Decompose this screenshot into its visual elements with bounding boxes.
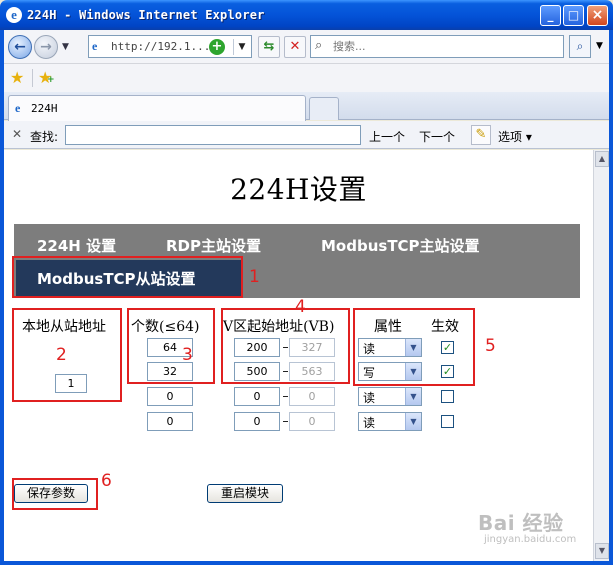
nav-224h-settings[interactable]: 224H 设置 bbox=[37, 235, 116, 256]
window-border-bottom bbox=[0, 561, 613, 565]
ie-logo-icon: e bbox=[6, 7, 22, 23]
watermark-url: jingyan.baidu.com bbox=[484, 534, 577, 545]
page-viewport: 224H设置 224H 设置 RDP主站设置 ModbusTCP主站设置 Mod… bbox=[4, 150, 593, 561]
find-input[interactable] bbox=[65, 125, 361, 145]
tab-strip: e 224H bbox=[4, 92, 609, 121]
annotation-box-4 bbox=[221, 308, 350, 384]
new-tab-button[interactable] bbox=[309, 97, 339, 120]
maximize-button[interactable]: □ bbox=[563, 5, 584, 26]
history-dropdown-icon[interactable]: ▼ bbox=[62, 42, 69, 52]
annotation-label-6: 6 bbox=[101, 471, 112, 491]
address-toolbar: ← → ▼ e http://192.1... + ▼ ⇆ ✕ ⌕ ⌕ ▼ bbox=[4, 30, 609, 64]
enable-checkbox-4[interactable] bbox=[441, 415, 454, 428]
nav-modbustcp-master[interactable]: ModbusTCP主站设置 bbox=[321, 235, 480, 256]
find-next-button[interactable]: 下一个 bbox=[419, 128, 455, 145]
title-bar: e 224H - Windows Internet Explorer _ □ × bbox=[0, 0, 613, 30]
restart-module-button[interactable]: 重启模块 bbox=[207, 484, 283, 503]
v-end-input-4: 0 bbox=[289, 412, 335, 431]
annotation-box-3 bbox=[127, 308, 215, 384]
watermark-logo-text: Bai 经验 bbox=[478, 511, 564, 535]
count-input-4[interactable]: 0 bbox=[147, 412, 193, 431]
annotation-label-1: 1 bbox=[249, 267, 260, 287]
close-button[interactable]: × bbox=[587, 5, 608, 26]
annotation-label-5: 5 bbox=[485, 336, 496, 356]
search-button[interactable]: ⌕ bbox=[569, 35, 591, 58]
chevron-down-icon[interactable]: ▼ bbox=[405, 413, 421, 430]
find-options-button[interactable]: 选项 ▾ bbox=[498, 128, 532, 145]
find-label: 查找: bbox=[30, 130, 59, 144]
chevron-down-icon[interactable]: ▼ bbox=[405, 388, 421, 405]
address-field[interactable]: e http://192.1... + ▼ bbox=[88, 35, 252, 58]
window-border-right bbox=[609, 30, 613, 565]
pencil-icon[interactable]: ✎ bbox=[471, 125, 491, 145]
tab-page-icon: e bbox=[15, 101, 21, 115]
toolbar-separator bbox=[32, 69, 33, 87]
v-end-input-3: 0 bbox=[289, 387, 335, 406]
add-favorite-icon[interactable]: ★ + bbox=[38, 68, 55, 87]
attribute-select-3[interactable]: 读 ▼ bbox=[358, 387, 422, 406]
find-previous-button[interactable]: 上一个 bbox=[369, 128, 405, 145]
find-bar: ✕ 查找: 上一个 下一个 ✎ 选项 ▾ bbox=[4, 121, 609, 149]
count-input-3[interactable]: 0 bbox=[147, 387, 193, 406]
scroll-down-icon[interactable]: ▼ bbox=[595, 543, 609, 559]
address-dropdown-icon[interactable]: ▼ bbox=[233, 39, 250, 55]
v-start-input-4[interactable]: 0 bbox=[234, 412, 280, 431]
search-dropdown-icon[interactable]: ▼ bbox=[593, 35, 606, 58]
vertical-scrollbar[interactable]: ▲ ▼ bbox=[593, 150, 609, 561]
annotation-box-1 bbox=[12, 256, 243, 298]
tab-224h[interactable]: e 224H bbox=[8, 95, 306, 121]
search-icon: ⌕ bbox=[315, 38, 323, 53]
back-button[interactable]: ← bbox=[8, 35, 32, 59]
stop-button[interactable]: ✕ bbox=[284, 36, 306, 58]
nav-rdp-master[interactable]: RDP主站设置 bbox=[166, 235, 261, 256]
page-icon: e bbox=[92, 39, 98, 53]
favorites-bar: ★ ★ + bbox=[4, 64, 609, 92]
annotation-box-5 bbox=[353, 308, 475, 386]
range-dash bbox=[283, 396, 288, 397]
favorites-star-icon[interactable]: ★ bbox=[10, 68, 24, 87]
annotation-box-6 bbox=[12, 478, 98, 510]
minimize-button[interactable]: _ bbox=[540, 5, 561, 26]
annotation-label-2: 2 bbox=[56, 345, 67, 365]
url-text[interactable]: http://192.1... bbox=[111, 40, 210, 53]
annotation-label-4: 4 bbox=[295, 297, 306, 317]
v-start-input-3[interactable]: 0 bbox=[234, 387, 280, 406]
find-close-icon[interactable]: ✕ bbox=[12, 127, 22, 141]
refresh-button[interactable]: ⇆ bbox=[258, 36, 280, 58]
attribute-select-4[interactable]: 读 ▼ bbox=[358, 412, 422, 431]
search-input[interactable] bbox=[333, 38, 559, 55]
page-title: 224H设置 bbox=[230, 173, 367, 206]
attribute-value: 读 bbox=[363, 416, 376, 430]
window-title: 224H - Windows Internet Explorer bbox=[27, 8, 265, 22]
range-dash bbox=[283, 421, 288, 422]
attribute-value: 读 bbox=[363, 391, 376, 405]
annotation-label-3: 3 bbox=[182, 345, 193, 365]
scroll-up-icon[interactable]: ▲ bbox=[595, 151, 609, 167]
tab-label: 224H bbox=[31, 102, 58, 115]
annotation-box-2 bbox=[12, 308, 122, 402]
search-field[interactable]: ⌕ bbox=[310, 35, 564, 58]
enable-checkbox-3[interactable] bbox=[441, 390, 454, 403]
go-icon[interactable]: + bbox=[209, 39, 225, 55]
forward-button[interactable]: → bbox=[34, 35, 58, 59]
baidu-watermark-logo: Bai 经验 jingyan.baidu.com bbox=[478, 507, 588, 553]
